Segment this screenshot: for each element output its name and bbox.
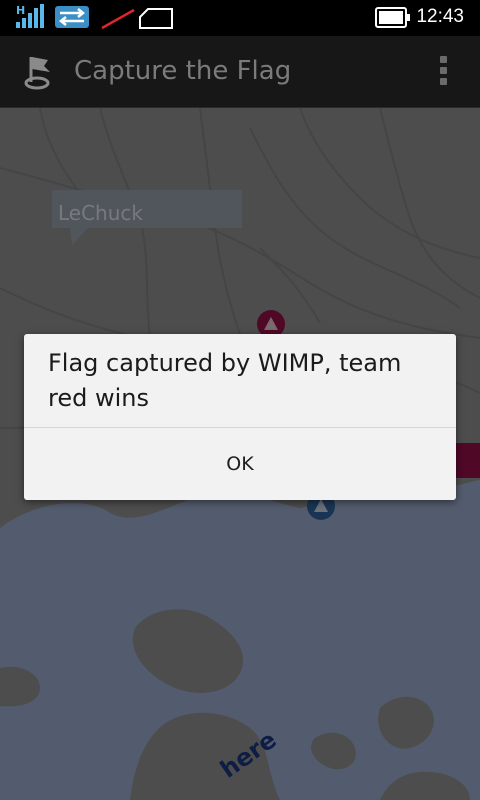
battery-icon — [375, 7, 410, 28]
data-transfer-icon — [55, 6, 89, 28]
network-type-label: H — [16, 4, 25, 17]
dialog-message: Flag captured by WIMP, team red wins — [48, 349, 402, 412]
alert-dialog: Flag captured by WIMP, team red wins OK — [24, 334, 456, 500]
ok-button[interactable]: OK — [24, 428, 456, 500]
sim-card-icon — [139, 8, 173, 29]
action-bar: Capture the Flag — [0, 36, 480, 108]
overflow-menu-icon[interactable] — [440, 56, 452, 90]
status-bar: H 12:43 — [0, 0, 480, 36]
clock: 12:43 — [416, 6, 464, 27]
flag-icon — [24, 57, 50, 90]
status-icons: H — [16, 4, 173, 30]
app-title: Capture the Flag — [74, 56, 292, 86]
no-sim-icon — [101, 8, 135, 30]
signal-icon: H — [16, 4, 44, 28]
